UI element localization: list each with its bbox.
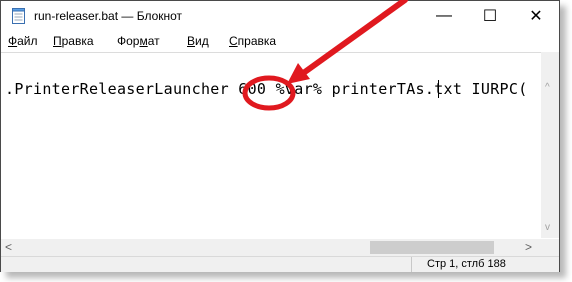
- menu-format-mnemonic: м: [139, 34, 148, 48]
- menu-view[interactable]: Вид: [187, 34, 209, 48]
- minimize-icon: —: [436, 7, 452, 24]
- window-title: run-releaser.bat — Блокнот: [34, 9, 183, 23]
- close-button[interactable]: ✕: [513, 1, 559, 31]
- status-bar: Стр 1, стлб 188: [1, 256, 559, 272]
- menu-format[interactable]: Формат: [117, 34, 160, 48]
- scroll-down-icon[interactable]: v: [545, 222, 550, 233]
- cursor-position: Стр 1, стлб 188: [427, 258, 506, 270]
- menu-view-mnemonic: В: [187, 34, 196, 48]
- menu-help[interactable]: Справка: [229, 34, 276, 48]
- scroll-left-icon[interactable]: <: [5, 240, 12, 254]
- menu-edit[interactable]: Правка: [53, 34, 94, 48]
- horizontal-scroll-thumb[interactable]: [370, 241, 494, 254]
- vertical-scrollbar[interactable]: ^ v: [541, 52, 559, 238]
- scroll-right-icon[interactable]: >: [525, 240, 532, 254]
- maximize-icon: ☐: [482, 8, 498, 25]
- menu-help-rest: правка: [237, 34, 277, 48]
- text-caret: [438, 80, 439, 98]
- minimize-button[interactable]: —: [421, 1, 467, 31]
- menu-bar: Файл Правка Формат Вид Справка: [1, 31, 559, 51]
- scrollbar-corner: [541, 239, 559, 256]
- editor-content[interactable]: .PrinterReleaserLauncher 600 %var% print…: [5, 80, 528, 98]
- menu-edit-mnemonic: П: [53, 34, 62, 48]
- notepad-window: run-releaser.bat — Блокнот — ☐ ✕ Файл Пр…: [0, 0, 560, 272]
- menu-edit-rest: равка: [61, 34, 94, 48]
- maximize-button[interactable]: ☐: [467, 1, 513, 31]
- menu-file-mnemonic: Ф: [8, 34, 18, 48]
- status-divider: [411, 257, 412, 272]
- menu-view-rest: ид: [195, 34, 209, 48]
- menu-format-pre: Фор: [117, 34, 140, 48]
- menu-format-rest: ат: [147, 34, 160, 48]
- notepad-icon: [12, 8, 26, 24]
- title-bar[interactable]: run-releaser.bat — Блокнот — ☐ ✕: [1, 1, 559, 31]
- menu-file[interactable]: Файл: [8, 34, 38, 48]
- close-icon: ✕: [529, 8, 543, 25]
- horizontal-scrollbar[interactable]: < >: [1, 239, 541, 256]
- scroll-up-icon[interactable]: ^: [545, 82, 550, 93]
- menu-help-mnemonic: С: [229, 34, 238, 48]
- menu-file-rest: айл: [17, 34, 38, 48]
- text-editor[interactable]: .PrinterReleaserLauncher 600 %var% print…: [1, 52, 541, 240]
